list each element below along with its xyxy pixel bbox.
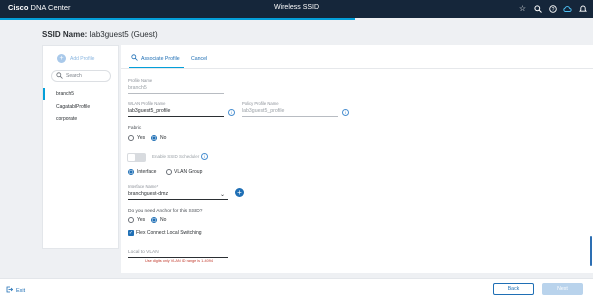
fabric-no-radio[interactable]	[151, 135, 157, 141]
tab-divider	[121, 68, 593, 69]
interface-name-label: Interface Name*	[128, 184, 159, 189]
policy-profile-label: Policy Profile Name	[242, 101, 279, 106]
profile-search-input[interactable]: Search	[51, 70, 111, 82]
top-navigation-bar: Cisco DNA Center Wireless SSID ☆ ?	[0, 0, 593, 18]
profile-detail-panel: Associate Profile Cancel Profile Name br…	[121, 45, 593, 273]
interface-radio[interactable]	[128, 169, 134, 175]
anchor-yes-radio[interactable]	[128, 217, 134, 223]
vlan-group-radio[interactable]	[166, 169, 172, 175]
add-profile-button[interactable]: + Add Profile	[57, 54, 94, 63]
flex-connect-label: Flex Connect Local Switching	[136, 230, 202, 236]
exit-icon	[6, 286, 14, 295]
fabric-yes-label: Yes	[137, 135, 146, 141]
anchor-yes-label: Yes	[137, 217, 146, 223]
toggle-knob	[128, 154, 135, 161]
cloud-icon[interactable]	[563, 3, 572, 14]
profile-name-value: branch5	[128, 85, 147, 91]
wlan-profile-underline	[128, 116, 224, 117]
profile-item-corporate[interactable]: corporate	[43, 113, 120, 125]
ssid-name-value: lab3guest5 (Guest)	[89, 30, 158, 39]
info-icon[interactable]: i	[228, 109, 235, 116]
profile-name-label: Profile Name	[128, 78, 153, 83]
info-icon[interactable]: i	[342, 109, 349, 116]
fabric-label: Fabric	[128, 126, 142, 131]
progress-accent-line	[0, 18, 355, 20]
ssid-name-label: SSID Name:	[42, 30, 88, 39]
search-placeholder: Search	[66, 73, 82, 79]
svg-text:?: ?	[551, 6, 554, 12]
ssid-scheduler-label: Enable SSID Scheduler	[152, 154, 200, 159]
associate-profile-tab[interactable]: Associate Profile	[131, 54, 180, 64]
profile-item-cagatablprofile[interactable]: CagatablProfile	[43, 101, 120, 113]
chevron-down-icon[interactable]: ⌄	[220, 192, 225, 198]
profile-list-panel: + Add Profile Search branch5 CagatablPro…	[42, 45, 119, 249]
policy-profile-underline	[242, 116, 338, 117]
star-icon[interactable]: ☆	[518, 3, 527, 14]
profile-item-branch5[interactable]: branch5	[43, 88, 120, 100]
plus-icon: +	[57, 54, 66, 63]
interface-name-select[interactable]: branchguest-dmz	[128, 191, 168, 197]
wizard-footer: Exit Back Next	[0, 278, 593, 299]
exit-label: Exit	[16, 287, 26, 294]
wlan-profile-label: WLAN Profile Name	[128, 101, 166, 106]
ssid-name-heading: SSID Name: lab3guest5 (Guest)	[42, 30, 158, 39]
local-vlan-field[interactable]: Local to VLAN	[128, 250, 159, 255]
page-scrollbar[interactable]	[590, 236, 592, 266]
back-button[interactable]: Back	[493, 283, 534, 295]
wlan-profile-field[interactable]: lab3guest5_profile	[128, 108, 170, 114]
vlan-group-radio-label: VLAN Group	[174, 169, 203, 175]
local-vlan-underline	[128, 257, 228, 258]
profile-name-underline	[128, 93, 224, 94]
add-profile-label: Add Profile	[70, 55, 95, 62]
interface-radio-label: Interface	[137, 169, 157, 175]
search-icon	[131, 54, 138, 64]
search-icon[interactable]	[533, 3, 542, 14]
local-vlan-error: Use digits only VLAN ID range is 1-4094	[145, 259, 213, 263]
policy-profile-field[interactable]: lab3guest5_profile	[242, 108, 284, 114]
anchor-question-label: Do you need Anchor for this SSID?	[128, 209, 203, 214]
add-interface-button[interactable]: +	[235, 188, 244, 197]
info-icon[interactable]: i	[201, 153, 208, 160]
flex-connect-checkbox[interactable]: ✓	[128, 230, 134, 236]
interface-name-underline	[128, 199, 228, 200]
header-icons: ☆ ?	[518, 3, 587, 14]
exit-button[interactable]: Exit	[6, 286, 25, 295]
ssid-scheduler-toggle[interactable]	[127, 153, 146, 162]
associate-profile-label: Associate Profile	[141, 56, 180, 62]
search-icon	[56, 72, 63, 82]
next-button[interactable]: Next	[542, 283, 583, 295]
page-title: Wireless SSID	[273, 4, 320, 11]
anchor-no-label: No	[160, 217, 167, 223]
cancel-button[interactable]: Cancel	[191, 56, 207, 62]
fabric-yes-radio[interactable]	[128, 135, 134, 141]
anchor-no-radio[interactable]	[151, 217, 157, 223]
bell-icon[interactable]	[578, 3, 587, 14]
fabric-no-label: No	[160, 135, 167, 141]
help-icon[interactable]: ?	[548, 3, 557, 14]
